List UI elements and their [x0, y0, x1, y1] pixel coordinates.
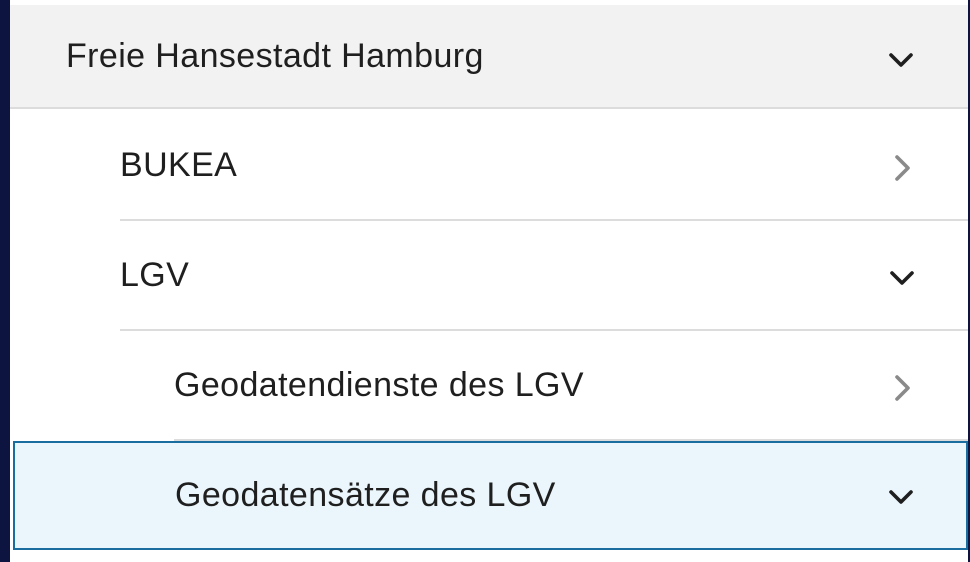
- tree-item-label: LGV: [120, 255, 190, 294]
- tree-item-label: Geodatensätze des LGV: [175, 476, 556, 514]
- tree-item-lgv[interactable]: LGV: [120, 221, 968, 331]
- tree-item-label: Freie Hansestadt Hamburg: [66, 36, 484, 75]
- tree-item-label: Geodatendienste des LGV: [174, 365, 584, 404]
- chevron-down-icon: [889, 53, 913, 67]
- tree-item-freie-hansestadt-hamburg[interactable]: Freie Hansestadt Hamburg: [10, 5, 968, 109]
- chevron-right-icon: [895, 375, 910, 401]
- tree-item-bukea[interactable]: BUKEA: [120, 111, 968, 221]
- chevron-down-icon: [890, 271, 914, 285]
- chevron-right-icon: [895, 155, 910, 181]
- tree-item-geodatendienste-des-lgv[interactable]: Geodatendienste des LGV: [174, 331, 968, 441]
- tree-item-geodatensaetze-des-lgv[interactable]: Geodatensätze des LGV: [13, 441, 968, 550]
- tree-item-label: BUKEA: [120, 145, 238, 184]
- folder-tree: Freie Hansestadt Hamburg BUKEA LGV Geoda…: [10, 0, 968, 562]
- left-rail: [0, 0, 10, 562]
- chevron-down-icon: [889, 490, 913, 504]
